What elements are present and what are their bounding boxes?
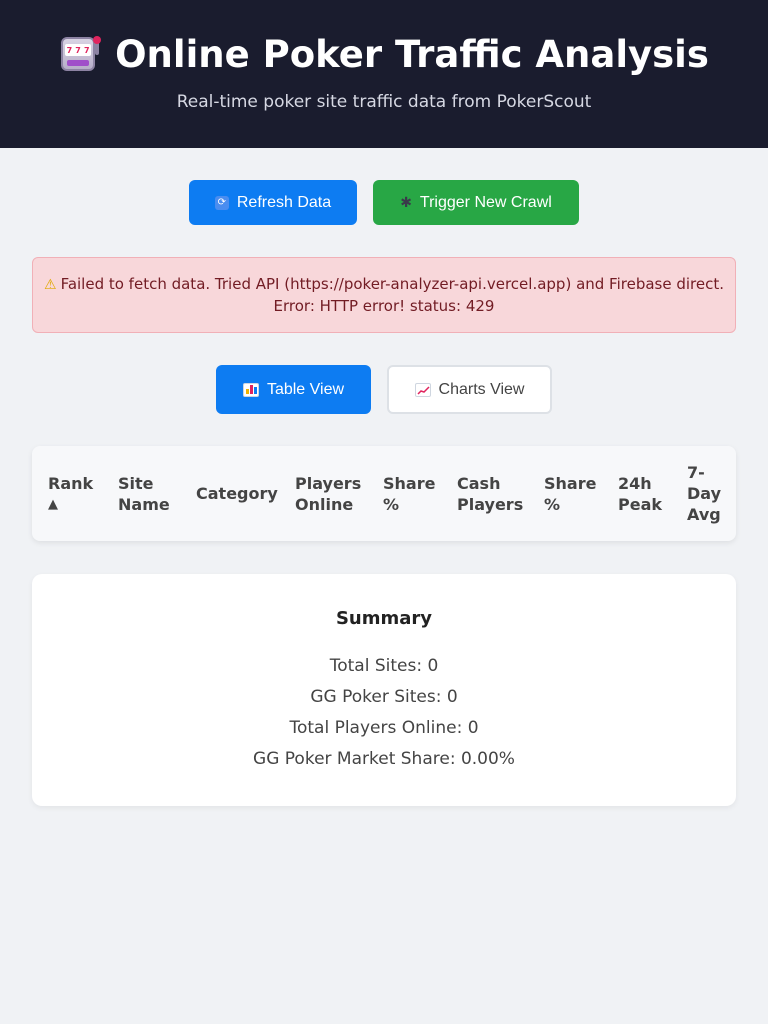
col-header-rank[interactable]: Rank ▲: [48, 473, 118, 515]
page-title: Online Poker Traffic Analysis: [115, 32, 709, 76]
refresh-data-label: Refresh Data: [236, 193, 332, 211]
col-header-players-online[interactable]: Players Online: [295, 473, 383, 515]
trigger-crawl-button[interactable]: ✱ Trigger New Crawl: [373, 180, 579, 225]
view-toggle: Table View Charts View: [0, 365, 768, 414]
traffic-table: Rank ▲ Site Name Category Players Online…: [32, 446, 736, 541]
col-header-category[interactable]: Category: [196, 483, 295, 504]
summary-gg-sites: GG Poker Sites: 0: [310, 687, 458, 707]
summary-card: Summary Total Sites: 0 GG Poker Sites: 0…: [32, 574, 736, 806]
line-chart-icon: [414, 382, 431, 397]
error-line-1: ⚠ Failed to fetch data. Tried API (https:…: [33, 274, 735, 296]
col-header-cash-players[interactable]: Cash Players: [457, 473, 544, 515]
page-subtitle: Real-time poker site traffic data from P…: [176, 91, 592, 112]
bar-chart-icon: [242, 382, 259, 397]
col-header-7-day-avg[interactable]: 7- Day Avg: [687, 462, 727, 525]
table-view-label: Table View: [266, 380, 345, 398]
spider-icon: ✱: [400, 194, 412, 210]
charts-view-label: Charts View: [438, 380, 525, 398]
refresh-icon: ⟳: [214, 195, 229, 210]
slot-machine-icon: 777: [59, 35, 102, 73]
action-bar: ⟳ Refresh Data ✱ Trigger New Crawl: [0, 180, 768, 225]
charts-view-button[interactable]: Charts View: [387, 365, 552, 414]
summary-title: Summary: [335, 608, 433, 629]
summary-total-sites: Total Sites: 0: [329, 656, 439, 676]
col-header-share[interactable]: Share %: [383, 473, 457, 515]
trigger-crawl-label: Trigger New Crawl: [419, 193, 552, 211]
col-header-24h-peak[interactable]: 24h Peak: [618, 473, 687, 515]
summary-total-players: Total Players Online: 0: [289, 718, 479, 738]
error-message: Failed to fetch data. Tried API (https:/…: [60, 274, 724, 293]
error-alert: ⚠ Failed to fetch data. Tried API (https:…: [32, 257, 736, 333]
table-view-button[interactable]: Table View: [216, 365, 371, 414]
col-header-site-name[interactable]: Site Name: [118, 473, 196, 515]
refresh-data-button[interactable]: ⟳ Refresh Data: [189, 180, 357, 225]
page-header: 777 Online Poker Traffic Analysis Real-t…: [0, 0, 768, 148]
summary-gg-market-share: GG Poker Market Share: 0.00%: [253, 749, 515, 769]
title-row: 777 Online Poker Traffic Analysis: [59, 33, 709, 76]
col-header-cash-share[interactable]: Share %: [544, 473, 618, 515]
warning-icon: ⚠: [44, 276, 57, 293]
error-line-2: Error: HTTP error! status: 429: [273, 296, 495, 315]
